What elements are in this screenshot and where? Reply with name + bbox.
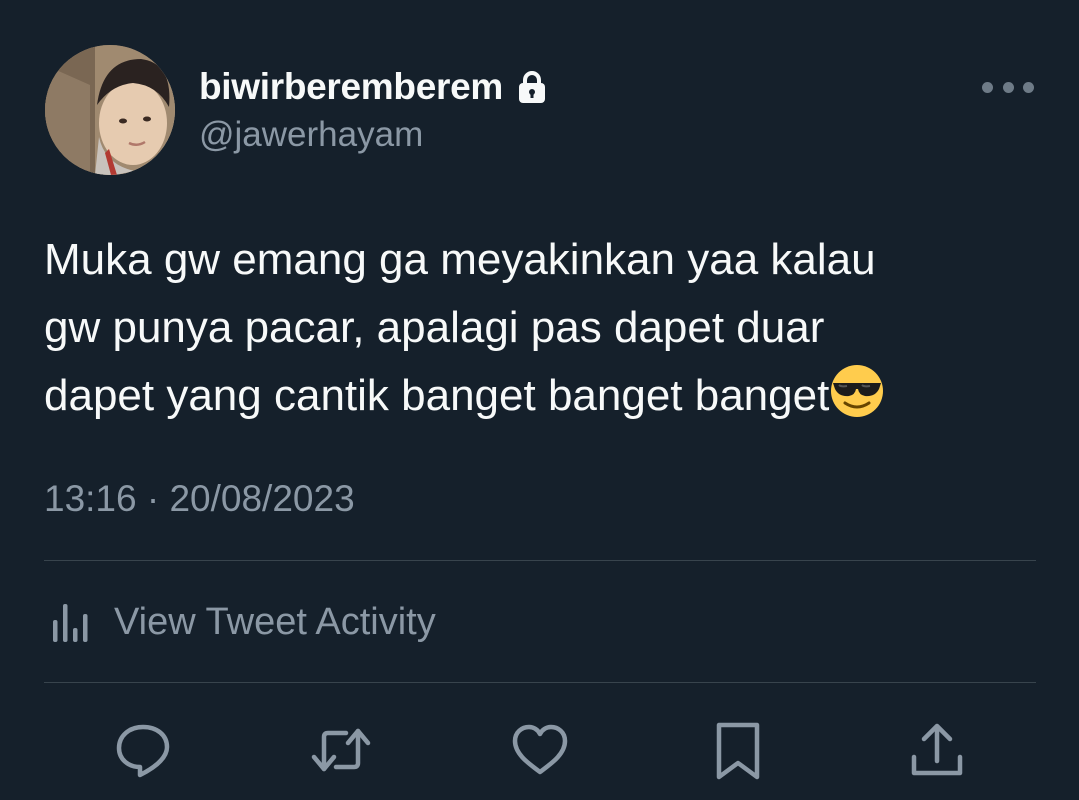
divider	[44, 682, 1036, 683]
tweet-text-line: dapet yang cantik banget banget banget	[44, 371, 830, 420]
share-icon[interactable]	[906, 719, 968, 781]
avatar-image	[45, 45, 175, 175]
avatar[interactable]	[45, 45, 175, 175]
divider	[44, 560, 1036, 561]
tweet-text-line: Muka gw emang ga meyakinkan yaa kalau	[44, 235, 876, 284]
display-name[interactable]: biwirberemberem	[199, 66, 503, 108]
author-handle[interactable]: @jawerhayam	[199, 115, 423, 155]
view-tweet-activity-button[interactable]: View Tweet Activity	[44, 598, 436, 646]
more-dot	[1023, 81, 1034, 93]
lock-icon	[517, 70, 547, 104]
author-name-row[interactable]: biwirberemberem	[199, 66, 547, 108]
smiling-face-with-sunglasses-emoji	[829, 363, 885, 419]
heart-icon[interactable]	[509, 719, 571, 781]
bookmark-icon[interactable]	[707, 719, 769, 781]
bar-chart-icon	[44, 598, 92, 646]
more-options-icon[interactable]	[978, 72, 1038, 102]
tweet-timestamp[interactable]: 13:16 · 20/08/2023	[44, 478, 355, 520]
reply-icon[interactable]	[112, 719, 174, 781]
view-tweet-activity-label[interactable]: View Tweet Activity	[114, 601, 436, 644]
tweet-text-line-last: dapet yang cantik banget banget banget	[44, 362, 1044, 430]
tweet-text-line: gw punya pacar, apalagi pas dapet duar	[44, 303, 825, 352]
tweet-action-bar	[0, 715, 1079, 785]
tweet-text: Muka gw emang ga meyakinkan yaa kalau gw…	[44, 226, 1044, 430]
tweet-detail: biwirberemberem @jawerhayam Muka gw eman…	[0, 0, 1079, 800]
more-dot	[982, 81, 993, 93]
retweet-icon[interactable]	[310, 719, 372, 781]
more-dot	[1002, 81, 1014, 93]
